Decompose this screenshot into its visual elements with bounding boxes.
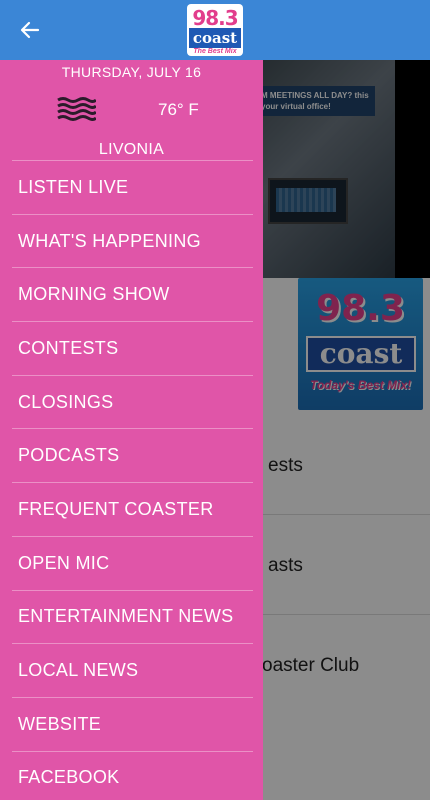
- station-logo[interactable]: 98.3 coast The Best Mix: [187, 4, 243, 56]
- logo-tagline: The Best Mix: [193, 48, 237, 55]
- menu-item-frequent-coaster[interactable]: FREQUENT COASTER: [12, 482, 253, 536]
- back-button[interactable]: [16, 16, 44, 44]
- temperature-label: 76° F: [158, 100, 199, 119]
- app-bar: 98.3 coast The Best Mix: [0, 0, 430, 60]
- menu-item-website[interactable]: WEBSITE: [12, 696, 253, 751]
- haze-icon: [57, 97, 96, 121]
- menu-item-whats-happening[interactable]: WHAT'S HAPPENING: [12, 213, 253, 268]
- menu-item-listen-live[interactable]: LISTEN LIVE: [12, 160, 253, 214]
- date-label: THURSDAY, JULY 16: [61, 64, 202, 80]
- menu-item-closings[interactable]: CLOSINGS: [12, 374, 253, 429]
- logo-brand: coast: [189, 28, 241, 48]
- menu-item-podcasts[interactable]: PODCASTS: [12, 428, 253, 482]
- city-label: LIVONIA: [98, 141, 165, 158]
- menu-item-morning-show[interactable]: MORNING SHOW: [12, 267, 253, 321]
- menu-item-contests[interactable]: CONTESTS: [12, 321, 253, 375]
- drawer-menu: LISTEN LIVE WHAT'S HAPPENING MORNING SHO…: [12, 160, 253, 800]
- logo-number: 98.3: [192, 6, 238, 30]
- menu-item-local-news[interactable]: LOCAL NEWS: [12, 643, 253, 697]
- navigation-drawer: THURSDAY, JULY 16 76° F LIVONIA LISTEN L…: [0, 60, 263, 800]
- menu-item-facebook[interactable]: FACEBOOK: [12, 750, 253, 800]
- menu-item-entertainment-news[interactable]: ENTERTAINMENT NEWS: [12, 589, 253, 644]
- arrow-left-icon: [20, 21, 40, 39]
- menu-item-open-mic[interactable]: OPEN MIC: [12, 535, 253, 590]
